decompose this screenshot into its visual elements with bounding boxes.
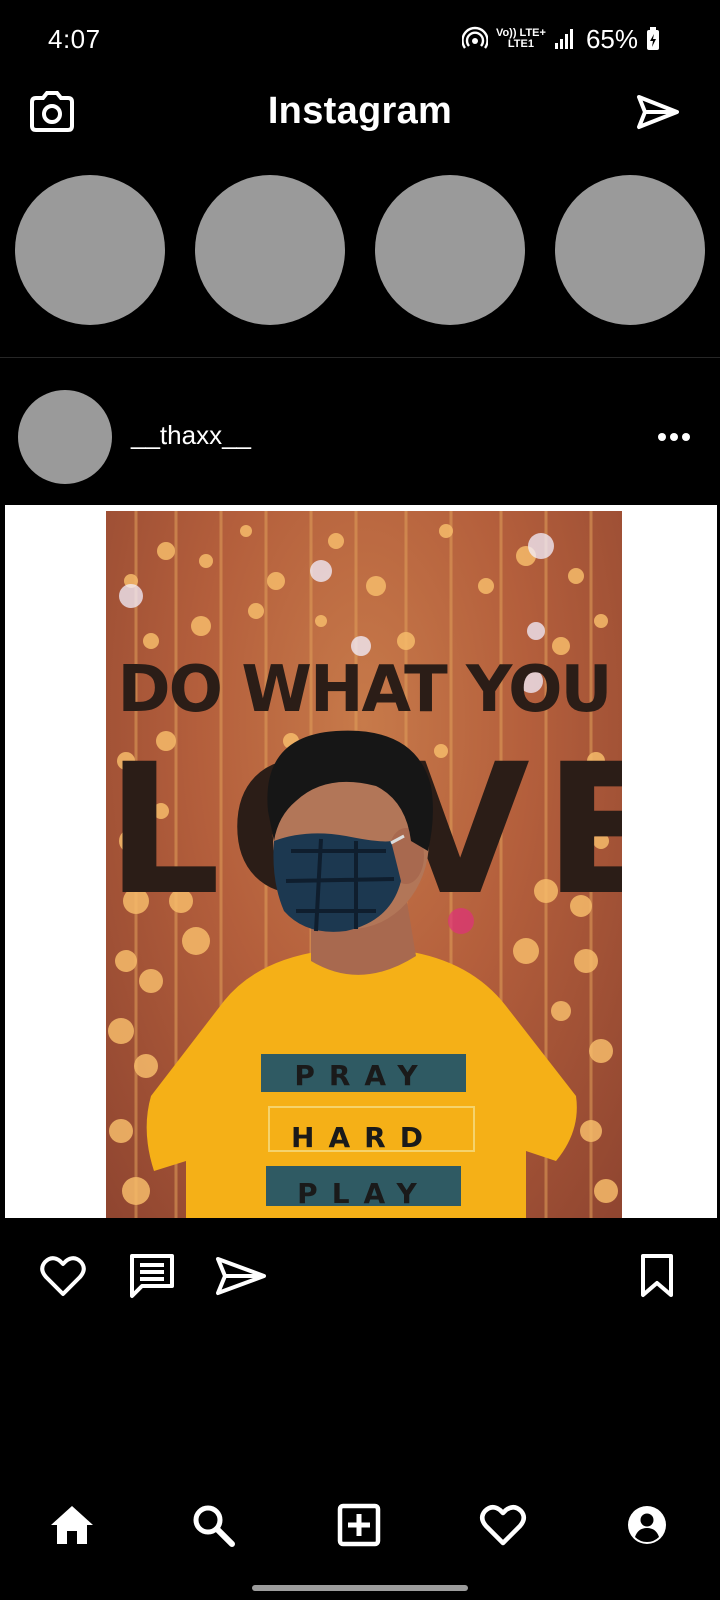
direct-messages-button[interactable]	[630, 86, 686, 142]
add-square-icon	[337, 1503, 381, 1552]
post-username[interactable]: __thaxx__	[131, 420, 251, 451]
app-title: Instagram	[267, 90, 453, 132]
profile-icon	[626, 1504, 668, 1551]
stories-divider	[0, 357, 720, 358]
status-bar: 4:07 Vo)) LTE+ LTE1 65%	[0, 0, 720, 80]
shirt-text-line-1: PRAY	[294, 1059, 432, 1092]
status-time: 4:07	[48, 24, 101, 54]
story-avatar[interactable]	[15, 175, 165, 325]
post-options-button[interactable]	[654, 420, 694, 456]
person-figure	[146, 730, 577, 1218]
status-indicators: Vo)) LTE+ LTE1 65%	[461, 22, 660, 56]
post-header: __thaxx__	[0, 390, 720, 486]
share-button[interactable]	[213, 1250, 269, 1306]
bottom-navigation	[0, 1495, 720, 1565]
app-header: Instagram	[0, 80, 720, 150]
signal-icon	[554, 28, 576, 50]
like-button[interactable]	[35, 1250, 91, 1306]
post-photo: DO WHAT YOU LOVE PRAY HARD PLAY	[106, 511, 622, 1218]
comment-button[interactable]	[124, 1250, 180, 1306]
shirt-text-line-3: PLAY	[297, 1177, 431, 1210]
battery-icon	[646, 27, 660, 51]
nav-search[interactable]	[181, 1495, 245, 1559]
save-button[interactable]	[629, 1250, 685, 1306]
post-actions	[0, 1250, 720, 1310]
nav-profile[interactable]	[615, 1495, 679, 1559]
avatar[interactable]	[18, 390, 112, 484]
story-avatar[interactable]	[555, 175, 705, 325]
bookmark-icon	[639, 1253, 675, 1304]
nav-add-post[interactable]	[327, 1495, 391, 1559]
story-avatar[interactable]	[195, 175, 345, 325]
heart-icon	[39, 1254, 87, 1303]
heart-icon	[479, 1503, 527, 1552]
hotspot-icon	[461, 26, 488, 52]
paper-plane-icon	[636, 93, 680, 136]
more-horizontal-icon	[657, 429, 691, 447]
nav-activity[interactable]	[471, 1495, 535, 1559]
battery-percent: 65%	[585, 23, 638, 54]
paper-plane-icon	[215, 1255, 267, 1302]
story-avatar[interactable]	[375, 175, 525, 325]
gesture-bar	[252, 1585, 468, 1591]
stories-tray	[0, 175, 720, 327]
search-icon	[191, 1503, 235, 1552]
network-bottom-label: LTE1	[507, 38, 534, 50]
comment-icon	[128, 1252, 176, 1305]
shirt-text-line-2: HARD	[291, 1121, 437, 1154]
post-image[interactable]: DO WHAT YOU LOVE PRAY HARD PLAY	[5, 505, 717, 1218]
network-type: Vo)) LTE+ LTE1	[496, 28, 546, 50]
home-icon	[49, 1504, 95, 1551]
nav-home[interactable]	[40, 1495, 104, 1559]
